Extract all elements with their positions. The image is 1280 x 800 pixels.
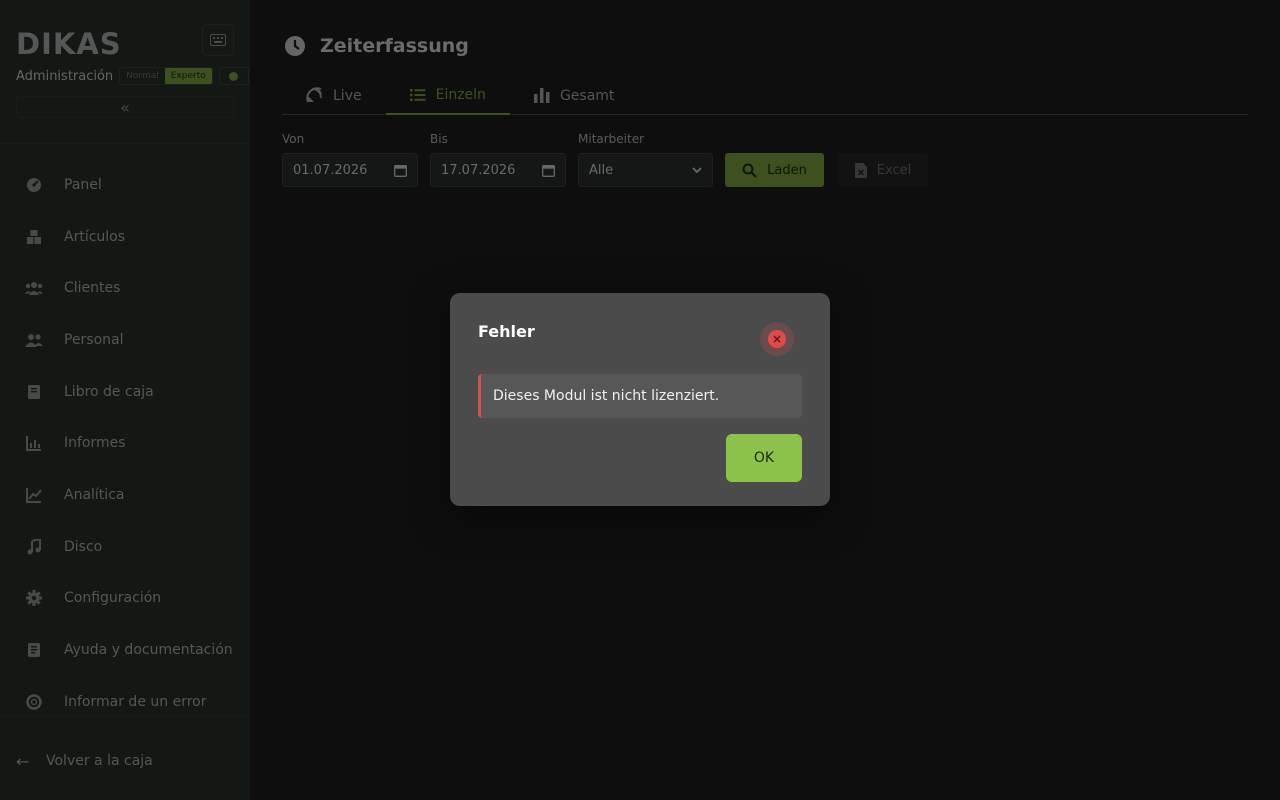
dialog-ok-button[interactable]: OK (726, 434, 802, 482)
dialog-close-button[interactable]: × (760, 322, 794, 356)
dialog-title: Fehler (478, 322, 535, 341)
error-dialog: Fehler × Dieses Modul ist nicht lizenzie… (450, 293, 830, 506)
close-icon: × (768, 330, 786, 348)
dialog-message: Dieses Modul ist nicht lizenziert. (478, 374, 802, 418)
